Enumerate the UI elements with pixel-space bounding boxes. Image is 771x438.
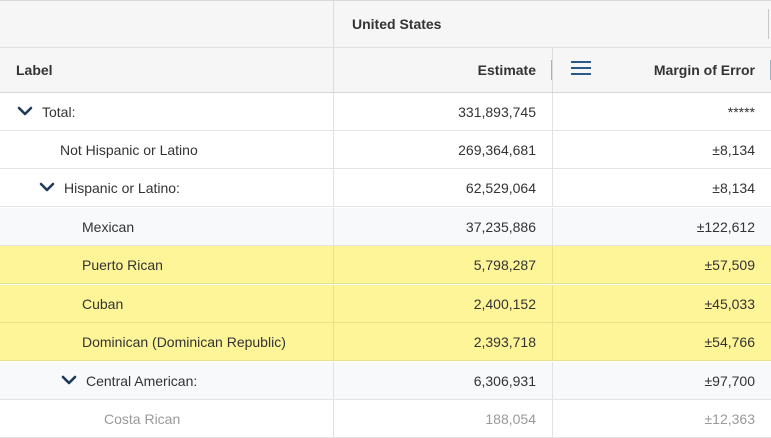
row-label: Puerto Rican [82, 257, 163, 273]
row-estimate-cell: 269,364,681 [334, 131, 553, 168]
moe-column-header[interactable]: Margin of Error [553, 48, 771, 92]
moe-column-title: Margin of Error [653, 62, 755, 78]
row-estimate-cell: 5,798,287 [334, 246, 553, 283]
row-moe-value: ±8,134 [712, 142, 755, 158]
row-label-cell: Mexican [0, 208, 334, 245]
row-label: Costa Rican [104, 411, 181, 427]
row-label: Mexican [82, 219, 135, 235]
row-moe-value: ±54,766 [704, 334, 755, 350]
row-label: Cuban [82, 296, 124, 312]
table-row[interactable]: Costa Rican 188,054 ±12,363 [0, 400, 771, 438]
row-moe-value: ±57,509 [704, 257, 755, 273]
row-estimate-cell: 6,306,931 [334, 362, 553, 399]
chevron-down-icon[interactable] [39, 182, 55, 192]
row-label-cell: Puerto Rican [0, 246, 334, 283]
row-estimate-value: 37,235,886 [465, 219, 536, 235]
row-moe-cell: ±8,134 [553, 169, 771, 206]
row-label: Total: [42, 104, 76, 120]
row-estimate-value: 2,393,718 [473, 334, 536, 350]
row-estimate-cell: 2,393,718 [334, 323, 553, 360]
row-moe-value: ±12,363 [704, 411, 755, 427]
row-moe-cell: ±54,766 [553, 323, 771, 360]
column-menu-icon[interactable] [571, 60, 591, 76]
row-estimate-value: 331,893,745 [458, 104, 536, 120]
label-column-header[interactable]: Label [0, 48, 334, 92]
row-label-cell: Dominican (Dominican Republic) [0, 323, 334, 360]
row-estimate-cell: 2,400,152 [334, 285, 553, 322]
table-row[interactable]: Central American: 6,306,931 ±97,700 [0, 362, 771, 400]
column-resize-edge[interactable] [768, 9, 769, 39]
chevron-down-icon[interactable] [17, 106, 33, 116]
row-estimate-cell: 331,893,745 [334, 93, 553, 130]
header-columns-row: Label Estimate Margin of Error [0, 48, 771, 93]
row-label-cell: Not Hispanic or Latino [0, 131, 334, 168]
row-estimate-cell: 62,529,064 [334, 169, 553, 206]
row-moe-value: ***** [727, 104, 755, 120]
data-table: United States Label Estimate Margin of E… [0, 0, 771, 438]
table-row[interactable]: Cuban 2,400,152 ±45,033 [0, 285, 771, 323]
row-moe-value: ±122,612 [696, 219, 755, 235]
row-estimate-cell: 188,054 [334, 400, 553, 437]
row-moe-cell: ±12,363 [553, 400, 771, 437]
row-label-cell: Cuban [0, 285, 334, 322]
row-label-cell: Total: [0, 93, 334, 130]
row-moe-cell: ±57,509 [553, 246, 771, 283]
geography-header[interactable]: United States [352, 16, 441, 32]
estimate-column-resize-handle[interactable] [551, 60, 552, 80]
row-label: Not Hispanic or Latino [60, 142, 198, 158]
row-moe-cell: ±8,134 [553, 131, 771, 168]
header-geography-row: United States [0, 1, 771, 48]
row-label-cell: Costa Rican [0, 400, 334, 437]
row-estimate-value: 188,054 [485, 411, 536, 427]
row-estimate-value: 6,306,931 [473, 373, 536, 389]
row-moe-cell: ±45,033 [553, 285, 771, 322]
table-row[interactable]: Dominican (Dominican Republic) 2,393,718 ±… [0, 323, 771, 361]
row-label: Hispanic or Latino: [64, 180, 180, 196]
row-label-cell: Hispanic or Latino: [0, 169, 334, 206]
estimate-column-title: Estimate [477, 62, 536, 78]
label-column-title: Label [16, 62, 53, 78]
row-estimate-value: 62,529,064 [465, 180, 536, 196]
table-row[interactable]: Total: 331,893,745 ***** [0, 93, 771, 131]
row-estimate-value: 2,400,152 [473, 296, 536, 312]
row-moe-cell: ±97,700 [553, 362, 771, 399]
estimate-column-header[interactable]: Estimate [334, 48, 553, 92]
row-label-cell: Central American: [0, 362, 334, 399]
table-row[interactable]: Hispanic or Latino: 62,529,064 ±8,134 [0, 169, 771, 207]
row-estimate-cell: 37,235,886 [334, 208, 553, 245]
table-row[interactable]: Mexican 37,235,886 ±122,612 [0, 208, 771, 246]
row-moe-value: ±97,700 [704, 373, 755, 389]
row-estimate-value: 269,364,681 [458, 142, 536, 158]
table-row[interactable]: Puerto Rican 5,798,287 ±57,509 [0, 246, 771, 284]
row-moe-cell: ***** [553, 93, 771, 130]
header-blank-cell [0, 1, 334, 47]
chevron-down-icon[interactable] [61, 375, 77, 385]
row-label: Dominican (Dominican Republic) [82, 334, 286, 350]
row-estimate-value: 5,798,287 [473, 257, 536, 273]
row-moe-value: ±45,033 [704, 296, 755, 312]
row-label: Central American: [86, 373, 198, 389]
table-row[interactable]: Not Hispanic or Latino 269,364,681 ±8,134 [0, 131, 771, 169]
row-moe-cell: ±122,612 [553, 208, 771, 245]
row-moe-value: ±8,134 [712, 180, 755, 196]
